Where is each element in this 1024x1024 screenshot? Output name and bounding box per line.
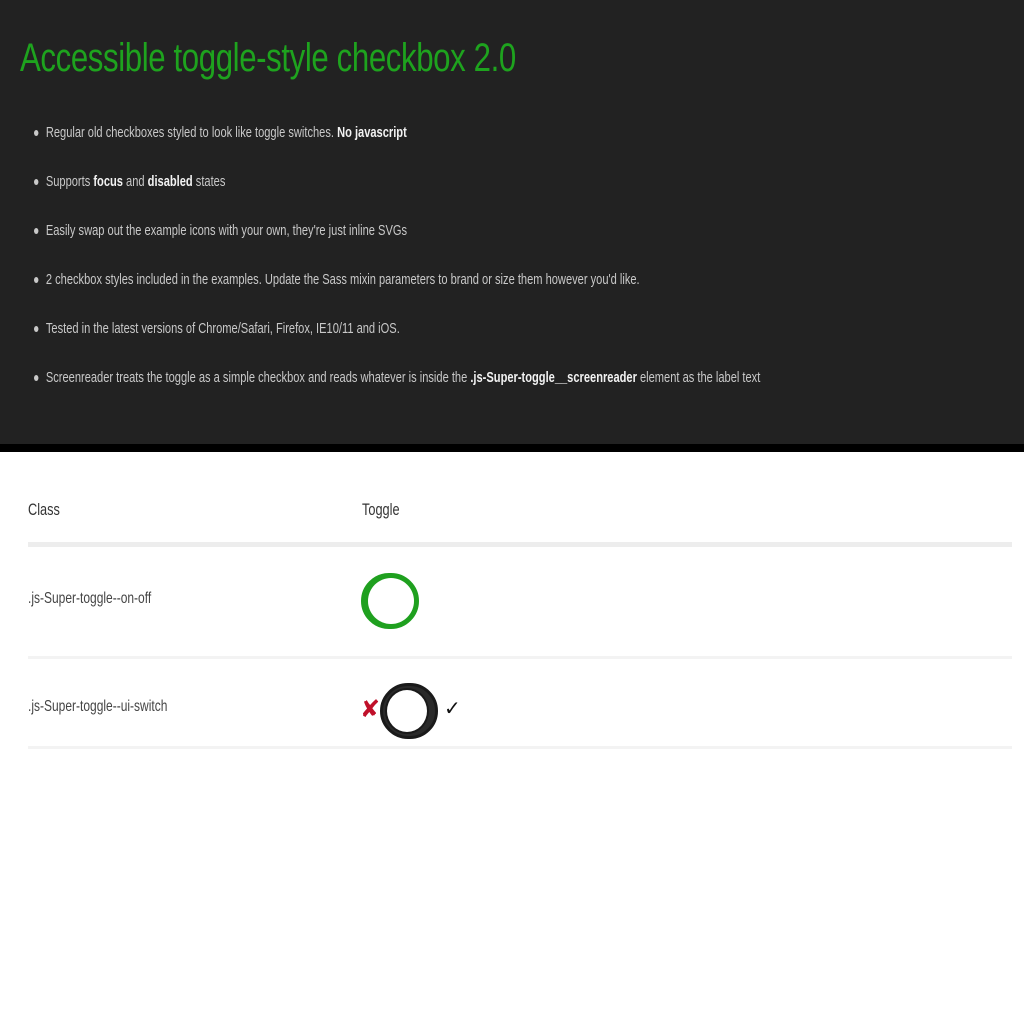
page-title: Accessible toggle-style checkbox 2.0 (20, 36, 516, 80)
row-divider (28, 656, 1012, 659)
feature-item: Easily swap out the example icons with y… (34, 216, 760, 265)
bullet-icon (34, 130, 39, 136)
feature-text: Regular old checkboxes styled to look li… (45, 124, 338, 141)
bullet-icon (34, 179, 39, 185)
feature-item: 2 checkbox styles included in the exampl… (34, 265, 760, 314)
feature-item: Screenreader treats the toggle as a simp… (34, 363, 760, 412)
feature-emphasis: .js-Super-toggle__screenreader (470, 369, 637, 386)
column-header-class: Class (28, 500, 60, 519)
feature-text: element as the label text (636, 369, 761, 386)
header-divider (28, 542, 1012, 547)
feature-item: Tested in the latest versions of Chrome/… (34, 314, 760, 363)
ui-switch-toggle[interactable] (380, 683, 438, 739)
feature-item: Regular old checkboxes styled to look li… (34, 118, 760, 167)
check-icon: ✓ (444, 696, 461, 720)
row-divider (28, 746, 1012, 749)
bullet-icon (34, 277, 39, 283)
bullet-icon (34, 228, 39, 234)
bullet-icon (34, 326, 39, 332)
feature-text: 2 checkbox styles included in the exampl… (45, 271, 640, 288)
feature-text: Easily swap out the example icons with y… (45, 222, 408, 239)
feature-list: Regular old checkboxes styled to look li… (34, 118, 1016, 412)
on-off-toggle[interactable]: ✔ (361, 573, 419, 629)
section-divider (0, 444, 1024, 452)
feature-text: Tested in the latest versions of Chrome/… (45, 320, 400, 337)
feature-text: and (122, 173, 148, 190)
toggle-knob (385, 688, 429, 734)
feature-text: states (192, 173, 226, 190)
feature-emphasis: disabled (147, 173, 193, 190)
feature-text: Screenreader treats the toggle as a simp… (45, 369, 471, 386)
feature-item: Supports focus and disabled states (34, 167, 760, 216)
row-class-label: .js-Super-toggle--on-off (28, 590, 152, 607)
bullet-icon (34, 375, 39, 381)
feature-emphasis: focus (93, 173, 123, 190)
feature-emphasis: No javascript (337, 124, 407, 141)
feature-text: Supports (45, 173, 94, 190)
x-icon: ✘ (360, 695, 381, 723)
column-header-toggle: Toggle (362, 500, 400, 519)
row-class-label: .js-Super-toggle--ui-switch (28, 698, 168, 715)
toggle-knob (368, 578, 414, 624)
hero-banner: Accessible toggle-style checkbox 2.0 Reg… (0, 0, 1024, 446)
